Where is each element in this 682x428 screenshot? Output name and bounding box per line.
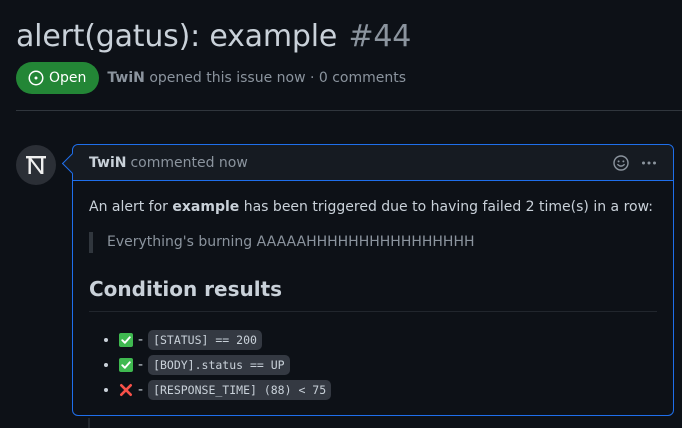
issue-title-text: alert(gatus): example (16, 19, 338, 54)
cross-mark-icon (120, 384, 132, 396)
condition-separator: - (138, 382, 144, 398)
issue-author-link[interactable]: TwiN (107, 70, 144, 86)
alert-quote: Everything's burning AAAAAHHHHHHHHHHHHHH… (89, 232, 657, 253)
condition-results-heading: Condition results (89, 275, 657, 312)
issue-meta: Open TwiN opened this issue now · 0 comm… (16, 62, 682, 94)
kebab-menu-icon[interactable] (641, 155, 657, 171)
issue-open-icon (28, 70, 44, 86)
condition-result-item: -[STATUS] == 200 (119, 328, 657, 353)
condition-results-list: -[STATUS] == 200 -[BODY].status == UP -[… (89, 328, 657, 403)
comment-time[interactable]: commented now (130, 155, 247, 171)
twin-logo-icon (26, 156, 46, 174)
avatar[interactable] (16, 145, 56, 185)
timeline-line (88, 418, 90, 428)
endpoint-name: example (172, 199, 240, 215)
issue-title: alert(gatus): example #44 (16, 18, 682, 56)
check-mark-icon (119, 333, 133, 347)
condition-code: [BODY].status == UP (148, 355, 290, 375)
check-mark-icon (119, 358, 133, 372)
issue-number: #44 (348, 19, 412, 54)
condition-code: [RESPONSE_TIME] (88) < 75 (148, 380, 332, 400)
condition-result-item: -[BODY].status == UP (119, 353, 657, 378)
issue-meta-detail: opened this issue now · 0 comments (149, 70, 407, 86)
alert-intro: An alert for example has been triggered … (89, 197, 657, 218)
condition-code: [STATUS] == 200 (148, 330, 262, 350)
comment-actions (613, 154, 657, 171)
issue-header: alert(gatus): example #44 Open TwiN open… (16, 18, 682, 94)
condition-separator: - (138, 332, 144, 348)
comment-author-link[interactable]: TwiN (89, 155, 126, 171)
open-state-badge: Open (16, 62, 100, 94)
intro-suffix: has been triggered due to having failed … (239, 199, 653, 215)
header-divider (16, 110, 682, 111)
comment-box: TwiN commented now An alert for example … (61, 144, 674, 416)
condition-result-item: -[RESPONSE_TIME] (88) < 75 (119, 378, 657, 403)
intro-prefix: An alert for (89, 199, 173, 215)
comment-header: TwiN commented now (73, 145, 673, 181)
smiley-reaction-icon[interactable] (613, 154, 629, 171)
state-label: Open (49, 70, 87, 86)
condition-separator: - (138, 357, 144, 373)
issue-meta-text: TwiN opened this issue now · 0 comments (107, 70, 406, 86)
comment-body: An alert for example has been triggered … (73, 181, 673, 403)
